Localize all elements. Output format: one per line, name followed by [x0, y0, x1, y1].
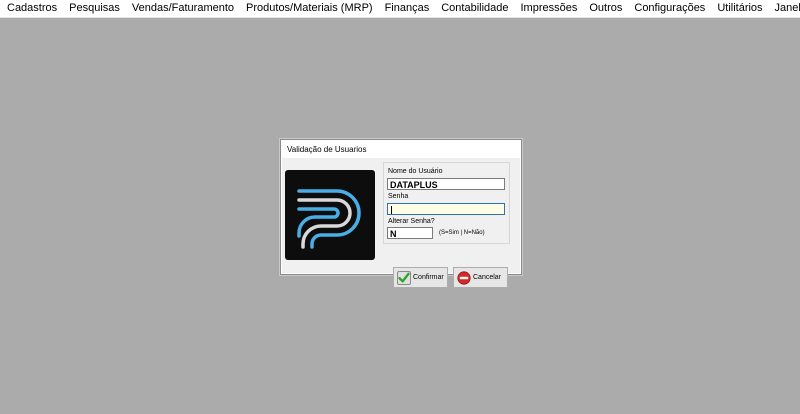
credentials-group: Nome do Usuário DATAPLUS Senha Alterar S…: [383, 162, 510, 244]
login-dialog: Validação de Usuarios Nome do Usuário DA…: [280, 139, 522, 288]
menu-cadastros[interactable]: Cadastros: [0, 0, 63, 17]
cancel-label: Cancelar: [473, 274, 502, 281]
cancel-button[interactable]: Cancelar: [453, 267, 508, 288]
change-password-field[interactable]: N: [387, 227, 433, 239]
change-password-label: Alterar Senha?: [388, 218, 435, 225]
confirm-button[interactable]: Confirmar: [393, 267, 448, 288]
dataplus-logo: [285, 170, 375, 260]
logo-icon: [297, 189, 361, 249]
menu-vendas-faturamento[interactable]: Vendas/Faturamento: [126, 0, 240, 17]
menu-outros[interactable]: Outros: [583, 0, 628, 17]
dialog-title: Validação de Usuarios: [287, 145, 367, 154]
no-entry-icon: [457, 270, 471, 285]
text-caret: [391, 206, 392, 214]
menu-pesquisas[interactable]: Pesquisas: [63, 0, 126, 17]
menu-contabilidade[interactable]: Contabilidade: [435, 0, 514, 17]
confirm-label: Confirmar: [413, 274, 444, 281]
username-field[interactable]: DATAPLUS: [387, 178, 505, 190]
password-label: Senha: [388, 193, 409, 200]
menu-janelas[interactable]: Janelas: [769, 0, 800, 17]
menu-produtos-materiais[interactable]: Produtos/Materiais (MRP): [240, 0, 379, 17]
menu-impressoes[interactable]: Impressões: [515, 0, 584, 17]
menu-configuracoes[interactable]: Configurações: [628, 0, 711, 17]
menu-bar: Cadastros Pesquisas Vendas/Faturamento P…: [0, 0, 800, 18]
username-label: Nome do Usuário: [388, 168, 443, 175]
check-icon: [397, 270, 411, 285]
menu-utilitarios[interactable]: Utilitários: [711, 0, 768, 17]
dialog-body: Nome do Usuário DATAPLUS Senha Alterar S…: [282, 158, 520, 288]
change-password-hint: (S=Sim | N=Não): [439, 230, 485, 236]
menu-financas[interactable]: Finanças: [379, 0, 436, 17]
password-field[interactable]: [387, 203, 505, 215]
